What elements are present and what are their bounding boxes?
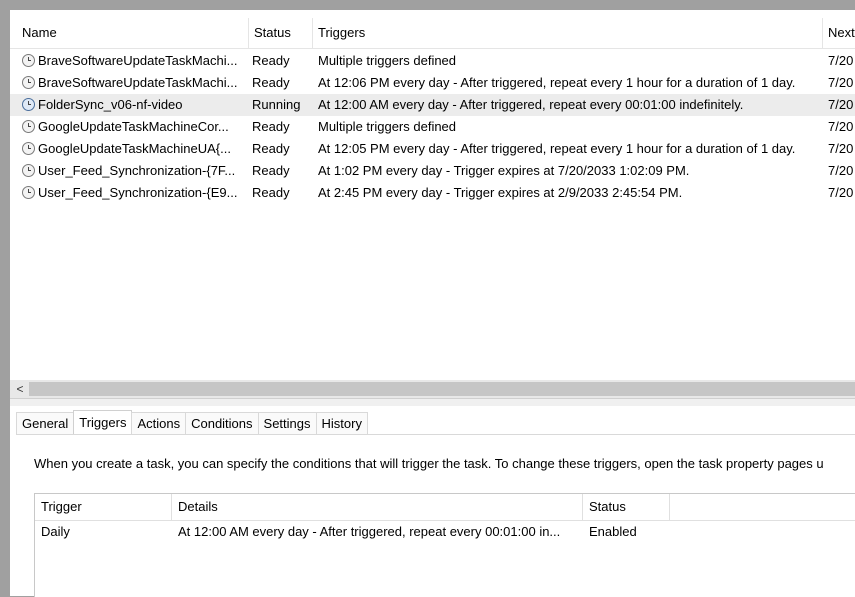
task-name: BraveSoftwareUpdateTaskMachi...	[38, 53, 238, 68]
scrollbar-thumb[interactable]	[29, 382, 855, 396]
task-triggers: At 12:05 PM every day - After triggered,…	[318, 141, 796, 156]
column-header-status[interactable]: Status	[248, 18, 313, 48]
column-header-trigger[interactable]: Trigger	[35, 494, 172, 520]
trigger-details: At 12:00 AM every day - After triggered,…	[178, 524, 561, 539]
table-row[interactable]: Daily At 12:00 AM every day - After trig…	[35, 521, 855, 543]
task-list-pane: Name Status Triggers Next BraveSoftwareU…	[10, 10, 855, 395]
detail-tabs: General Triggers Actions Conditions Settings…	[16, 410, 368, 434]
task-status: Ready	[252, 163, 290, 178]
task-name: User_Feed_Synchronization-{7F...	[38, 163, 236, 178]
tab-triggers[interactable]: Triggers	[73, 410, 133, 434]
tab-general[interactable]: General	[16, 412, 75, 434]
column-header-name[interactable]: Name	[16, 18, 249, 48]
task-name: BraveSoftwareUpdateTaskMachi...	[38, 75, 238, 90]
tab-history[interactable]: History	[315, 412, 368, 434]
clock-icon	[22, 186, 35, 199]
task-name: User_Feed_Synchronization-{E9...	[38, 185, 238, 200]
clock-icon	[22, 54, 35, 67]
clock-icon	[22, 120, 35, 133]
clock-icon	[22, 164, 35, 177]
task-status: Ready	[252, 75, 290, 90]
table-row[interactable]: User_Feed_Synchronization-{E9... Ready A…	[10, 182, 855, 204]
table-row[interactable]: GoogleUpdateTaskMachineCor... Ready Mult…	[10, 116, 855, 138]
task-name: GoogleUpdateTaskMachineUA{...	[38, 141, 231, 156]
task-status: Running	[252, 97, 301, 112]
task-status: Ready	[252, 141, 290, 156]
tab-divider	[16, 434, 855, 435]
column-header-trigger-status[interactable]: Status	[583, 494, 670, 520]
task-triggers: At 1:02 PM every day - Trigger expires a…	[318, 163, 690, 178]
task-list-header: Name Status Triggers Next	[10, 18, 855, 49]
column-header-details[interactable]: Details	[172, 494, 583, 520]
table-row[interactable]: BraveSoftwareUpdateTaskMachi... Ready At…	[10, 72, 855, 94]
task-next-run: 7/20	[828, 185, 854, 200]
task-next-run: 7/20	[828, 141, 854, 156]
task-status: Ready	[252, 119, 290, 134]
horizontal-scrollbar[interactable]: <	[10, 380, 855, 398]
task-next-run: 7/20	[828, 97, 854, 112]
task-status: Ready	[252, 185, 290, 200]
task-triggers: At 12:00 AM every day - After triggered,…	[318, 97, 744, 112]
task-list-rows: BraveSoftwareUpdateTaskMachi... Ready Mu…	[10, 50, 855, 204]
task-detail-pane: General Triggers Actions Conditions Settings…	[10, 406, 855, 597]
table-row[interactable]: User_Feed_Synchronization-{7F... Ready A…	[10, 160, 855, 182]
task-triggers: Multiple triggers defined	[318, 119, 457, 134]
clock-icon	[22, 142, 35, 155]
task-triggers: At 12:06 PM every day - After triggered,…	[318, 75, 796, 90]
task-triggers: Multiple triggers defined	[318, 53, 457, 68]
tab-settings[interactable]: Settings	[257, 412, 317, 434]
triggers-table-header: Trigger Details Status	[35, 494, 855, 521]
trigger-type: Daily	[41, 524, 70, 539]
column-header-next-run[interactable]: Next	[822, 18, 855, 48]
triggers-table: Trigger Details Status Daily At 12:00 AM…	[34, 493, 855, 597]
table-row-selected[interactable]: FolderSync_v06-nf-video Running At 12:00…	[10, 94, 855, 116]
table-row[interactable]: GoogleUpdateTaskMachineUA{... Ready At 1…	[10, 138, 855, 160]
task-status: Ready	[252, 53, 290, 68]
task-next-run: 7/20	[828, 75, 854, 90]
column-header-triggers[interactable]: Triggers	[312, 18, 823, 48]
tab-conditions[interactable]: Conditions	[185, 412, 259, 434]
clock-running-icon	[22, 98, 35, 111]
task-name: FolderSync_v06-nf-video	[38, 97, 183, 112]
task-name: GoogleUpdateTaskMachineCor...	[38, 119, 229, 134]
task-scheduler-window: Name Status Triggers Next BraveSoftwareU…	[10, 10, 855, 597]
table-row[interactable]: BraveSoftwareUpdateTaskMachi... Ready Mu…	[10, 50, 855, 72]
triggers-description: When you create a task, you can specify …	[34, 456, 824, 471]
tab-actions[interactable]: Actions	[131, 412, 187, 434]
task-next-run: 7/20	[828, 119, 854, 134]
task-next-run: 7/20	[828, 53, 854, 68]
task-triggers: At 2:45 PM every day - Trigger expires a…	[318, 185, 683, 200]
clock-icon	[22, 76, 35, 89]
trigger-status: Enabled	[589, 524, 637, 539]
task-next-run: 7/20	[828, 163, 854, 178]
scroll-left-arrow-icon[interactable]: <	[13, 380, 27, 398]
